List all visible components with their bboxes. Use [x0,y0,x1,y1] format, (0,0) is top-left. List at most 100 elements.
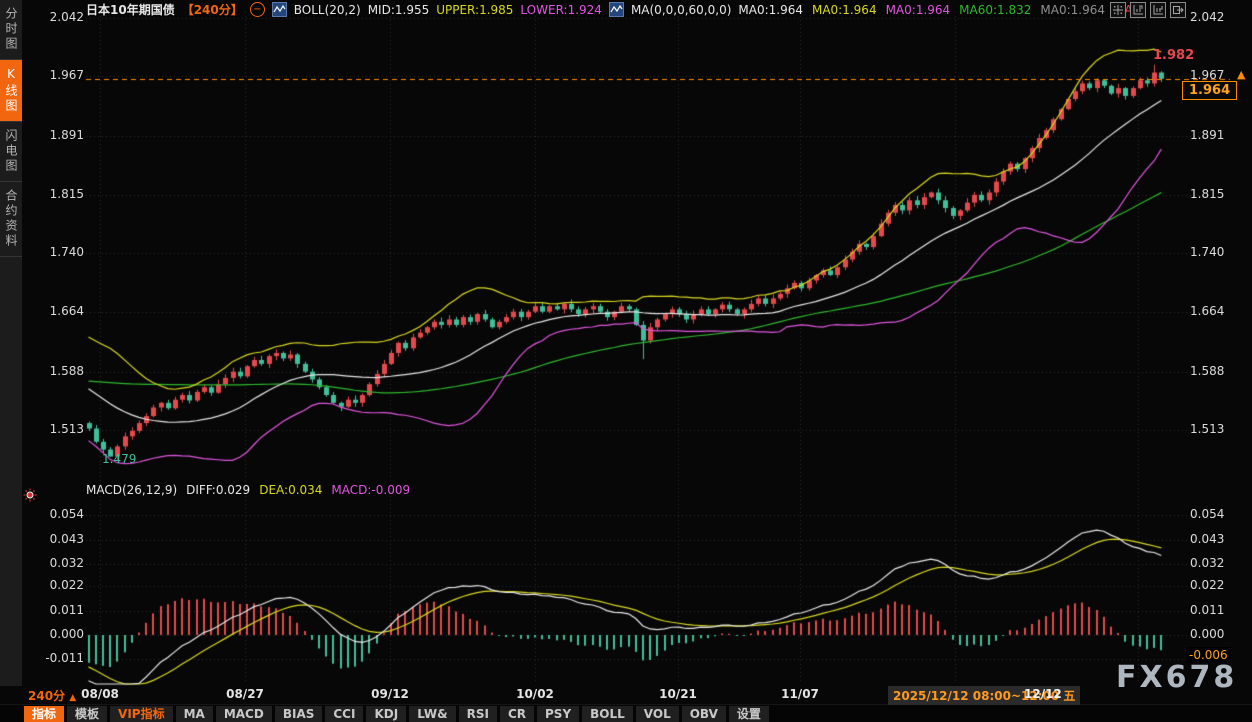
xaxis-date: 08/27 [226,687,264,701]
last-date-label: 12/12 [1024,687,1062,701]
panel-expand-icon[interactable] [1170,2,1186,18]
ma-value-0: MA0:1.964 [738,3,803,17]
price-up-arrow-icon: ▲ [1237,68,1245,81]
chart-header: 日本10年期国债 【240分】 − BOLL(20,2) MID:1.955 U… [86,1,1133,18]
price-tick: 1.815 [1190,187,1246,201]
boll-mid-value: MID:1.955 [368,3,430,17]
sidebar-item-contract-info[interactable]: 合约资料 [0,182,22,257]
ma-group-label: MA(0,0,0,60,0,0) [631,3,731,17]
toolbar-item-indicators[interactable]: 指标 [24,706,64,722]
price-tick: 1.664 [30,304,84,318]
price-tick: 1.967 [30,68,84,82]
toolbar-item-ma[interactable]: MA [176,706,213,722]
toolbar-item-psy[interactable]: PSY [537,706,579,722]
ma-indicator-icon[interactable] [609,2,624,17]
macd-tick: -0.011 [30,651,84,665]
sidebar-item-timeshare[interactable]: 分时图 [0,0,22,60]
indicator-toolbar: 指标模板VIP指标MAMACDBIASCCIKDJLW&RSICRPSYBOLL… [0,704,1252,722]
macd-diff-value: DIFF:0.029 [186,483,250,497]
ma-value-2: MA0:1.964 [886,3,951,17]
toolbar-item-cci[interactable]: CCI [325,706,363,722]
low-price-label: 1.479 [102,452,136,466]
macd-tick: 0.011 [1190,603,1246,617]
price-tick: 1.891 [30,128,84,142]
chart-tool-icons [1110,2,1186,18]
indicator-cycle-icon[interactable] [23,488,37,505]
last-price-badge: 1.964 [1182,81,1237,100]
macd-header: MACD(26,12,9) DIFF:0.029 DEA:0.034 MACD:… [86,483,410,497]
collapse-icon[interactable]: − [250,2,265,17]
price-tick: 1.664 [1190,304,1246,318]
toolbar-item-boll[interactable]: BOLL [582,706,633,722]
boll-upper-value: UPPER:1.985 [436,3,513,17]
xaxis-date: 08/08 [81,687,119,701]
sidebar-item-kline[interactable]: K线图 [0,60,22,122]
price-tick: 1.513 [1190,422,1246,436]
period-label: 【240分】 [182,1,243,18]
sidebar-item-label: 合约资料 [0,189,22,249]
price-tick: 1.740 [1190,245,1246,259]
sidebar-item-lightning[interactable]: 闪电图 [0,122,22,182]
macd-tick: 0.000 [1190,627,1246,641]
toolbar-item-rsi[interactable]: RSI [459,706,497,722]
high-price-label: 1.982 [1153,48,1194,63]
toolbar-item-macd[interactable]: MACD [216,706,272,722]
chart-type-sidebar: 分时图 K线图闪电图合约资料 [0,0,22,686]
toolbar-item-lwr[interactable]: LW& [409,706,455,722]
ma-value-3: MA60:1.832 [959,3,1031,17]
xaxis-date: 10/21 [659,687,697,701]
macd-tick: 0.032 [1190,556,1246,570]
sidebar-item-label: K线图 [0,67,22,114]
ma-value-4: MA0:1.964 [1040,3,1105,17]
macd-name-label: MACD(26,12,9) [86,483,177,497]
price-tick: 1.588 [1190,364,1246,378]
toolbar-item-templates[interactable]: 模板 [67,706,107,722]
macd-tick: 0.054 [1190,507,1246,521]
price-tick: 1.891 [1190,128,1246,142]
instrument-title: 日本10年期国债 [86,1,175,18]
boll-indicator-icon[interactable] [272,2,287,17]
time-axis-row: 240分 ▲ 08/0808/2709/1210/0210/2111/07 20… [0,686,1252,704]
macd-tick: 0.054 [30,507,84,521]
price-tick: 1.815 [30,187,84,201]
price-tick: 2.042 [30,10,84,24]
macd-tick: 0.000 [30,627,84,641]
ma-value-1: MA0:1.964 [812,3,877,17]
boll-name-label: BOLL(20,2) [294,3,361,17]
macd-tick: 0.032 [30,556,84,570]
axis-expand-icon[interactable] [1130,2,1146,18]
xaxis-date: 11/07 [781,687,819,701]
trading-app-window: 分时图 K线图闪电图合约资料 日本10年期国债 【240分】 − BOLL(20,… [0,0,1252,722]
macd-tick: 0.022 [30,578,84,592]
macd-tick: 0.022 [1190,578,1246,592]
period-dropdown-icon: ▲ [69,693,76,703]
macd-dea-value: DEA:0.034 [259,483,322,497]
toolbar-item-cr[interactable]: CR [500,706,534,722]
macd-macd-value: MACD:-0.009 [331,483,410,497]
xaxis-date: 09/12 [371,687,409,701]
price-tick: 1.740 [30,245,84,259]
price-tick: 2.042 [1190,10,1246,24]
toolbar-item-kdj[interactable]: KDJ [366,706,406,722]
toolbar-item-vol[interactable]: VOL [636,706,679,722]
toolbar-item-obv[interactable]: OBV [682,706,726,722]
period-selector[interactable]: 240分 ▲ [28,687,76,704]
toolbar-item-bias[interactable]: BIAS [275,706,323,722]
macd-tick: 0.043 [1190,532,1246,546]
macd-tick: 0.043 [30,532,84,546]
ma-values: MA0:1.964 MA0:1.964 MA0:1.964 MA60:1.832 MA0… [738,3,1132,17]
price-tick: 1.588 [30,364,84,378]
candlestick-chart-canvas[interactable] [22,0,1252,686]
crosshair-icon[interactable] [1110,2,1126,18]
macd-tick: 0.011 [30,603,84,617]
xaxis-date: 10/02 [516,687,554,701]
sidebar-item-label: 分时图 [0,7,22,52]
sidebar-item-label: 闪电图 [0,129,22,174]
price-tick: 1.513 [30,422,84,436]
boll-lower-value: LOWER:1.924 [520,3,602,17]
axis-shrink-icon[interactable] [1150,2,1166,18]
toolbar-item-vip-indicators[interactable]: VIP指标 [110,706,173,722]
toolbar-item-settings[interactable]: 设置 [729,706,769,722]
fx678-watermark: FX678 [1116,660,1237,695]
chart-area: 日本10年期国债 【240分】 − BOLL(20,2) MID:1.955 U… [22,0,1252,686]
